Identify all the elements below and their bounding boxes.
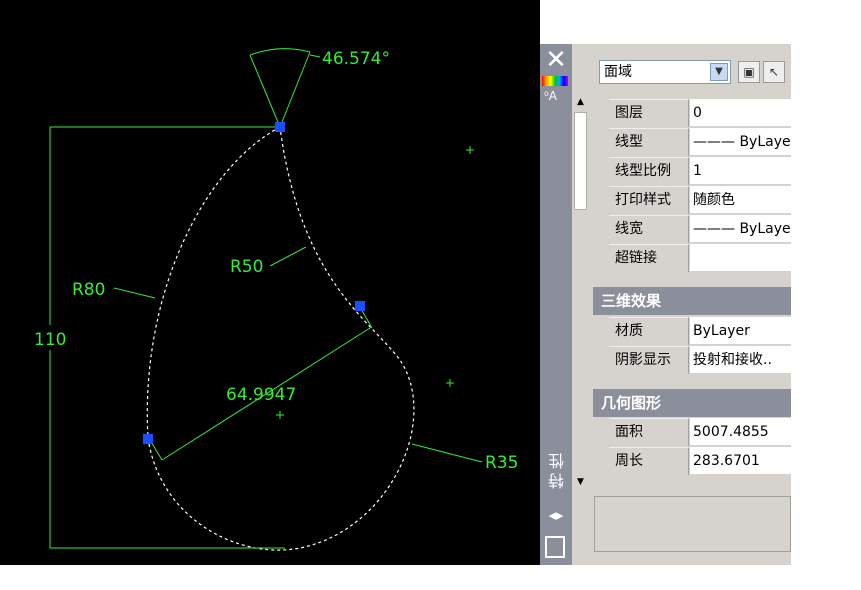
object-type-select[interactable]: 面域 ▼ [599, 60, 731, 84]
aligned-dimension[interactable] [149, 306, 373, 461]
prop-row-linetype-scale[interactable]: 线型比例 1 [609, 157, 791, 186]
close-icon[interactable]: ✕ [544, 47, 568, 73]
angle-dim-text: 46.574° [322, 49, 390, 69]
prop-row-shadow-display[interactable]: 阴影显示 投射和接收.. [609, 346, 791, 375]
chevron-down-icon[interactable]: ▼ [710, 63, 728, 81]
section-geometry[interactable]: 几何图形 [593, 389, 791, 417]
palette-title-bar[interactable]: ✕ ⁰A 特性 ◂▸ [540, 44, 572, 565]
r80-text: R80 [72, 280, 105, 300]
scroll-down-icon[interactable]: ▼ [574, 476, 587, 489]
properties-palette: ✕ ⁰A 特性 ◂▸ 面域 ▼ ▣ ↖ ▲ ▼ 图层 0 线型 ——— ByLa… [540, 44, 791, 565]
drawing-canvas[interactable]: 46.574° 110 R80 R50 R35 64.9947 [0, 0, 540, 565]
height-dim-text: 110 [34, 330, 66, 350]
prop-row-material[interactable]: 材质 ByLayer [609, 317, 791, 346]
section-3d-effects[interactable]: 三维效果 [593, 287, 791, 315]
prop-row-area[interactable]: 面积 5007.4855 [609, 418, 791, 447]
r35-leader[interactable] [411, 443, 483, 463]
prop-row-hyperlink[interactable]: 超链接 [609, 244, 791, 273]
description-panel [594, 496, 791, 552]
properties-menu-icon[interactable] [545, 536, 565, 558]
auto-hide-icon[interactable]: ◂▸ [544, 506, 568, 526]
angle-dimension[interactable] [249, 48, 321, 128]
aligned-dim-text: 64.9947 [226, 385, 296, 405]
prop-row-lineweight[interactable]: 线宽 ——— ByLayer [609, 215, 791, 244]
palette-title: 特性 [548, 449, 567, 489]
scroll-up-icon[interactable]: ▲ [574, 96, 587, 109]
r80-leader[interactable] [113, 287, 156, 299]
properties-icon: ⁰A [544, 89, 558, 103]
r35-text: R35 [485, 453, 518, 473]
quick-select-icon[interactable]: ▣ [738, 61, 760, 83]
prop-row-perimeter[interactable]: 周长 283.6701 [609, 447, 791, 476]
drawing-svg: 46.574° 110 R80 R50 R35 64.9947 [34, 48, 518, 551]
scroll-thumb[interactable] [574, 112, 587, 210]
palette-scrollbar[interactable]: ▲ ▼ [574, 96, 587, 489]
grip-right[interactable] [355, 301, 365, 311]
grip-left[interactable] [143, 434, 153, 444]
r50-text: R50 [230, 257, 263, 277]
prop-row-plot-style[interactable]: 打印样式 随颜色 [609, 186, 791, 215]
point-markers [276, 146, 474, 419]
grip-top[interactable] [275, 122, 285, 132]
region-outline[interactable] [146, 126, 415, 551]
height-dimension[interactable] [49, 126, 285, 549]
select-objects-icon[interactable]: ↖ [763, 61, 785, 83]
r50-leader[interactable] [269, 246, 307, 267]
color-strip [542, 76, 568, 86]
prop-row-linetype[interactable]: 线型 ——— ByLayer [609, 128, 791, 157]
prop-row-layer[interactable]: 图层 0 [609, 99, 791, 128]
object-type-value: 面域 [604, 64, 632, 80]
